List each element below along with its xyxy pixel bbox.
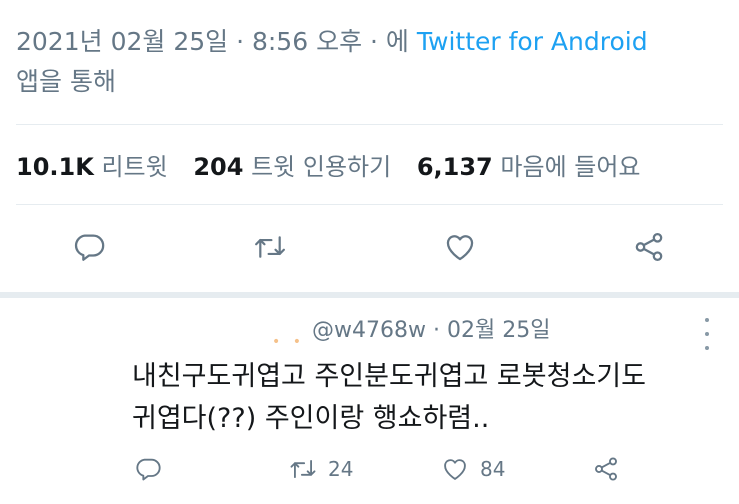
likes-label: 마음에 들어요 [500, 153, 641, 181]
tweet-timestamp: 2021년 02월 25일 · 8:56 오후 · 에 [16, 27, 409, 56]
section-divider [0, 292, 739, 298]
reply-reply-button[interactable] [134, 455, 162, 483]
share-icon [595, 457, 617, 481]
more-vertical-icon[interactable] [697, 318, 717, 350]
reply-text: 내친구도귀엽고 주인분도귀엽고 로봇청소기도 귀엽다(??) 주인이랑 행쇼하렴… [132, 356, 712, 440]
quotes-label: 트윗 인용하기 [251, 153, 392, 181]
retweet-icon [290, 460, 316, 478]
heart-icon [446, 235, 474, 261]
reply-like-count: 84 [480, 457, 506, 481]
like-button[interactable] [442, 230, 478, 264]
reply-retweet-count: 24 [328, 457, 354, 481]
reply-text-line: 내친구도귀엽고 주인분도귀엽고 로봇청소기도 [132, 361, 646, 392]
retweets-count: 10.1K [16, 153, 94, 181]
share-icon [635, 232, 663, 262]
likes-stat[interactable]: 6,137 마음에 들어요 [417, 153, 641, 181]
quotes-stat[interactable]: 204 트윗 인용하기 [193, 153, 391, 181]
avatar-fragment: • • [272, 334, 305, 350]
likes-count: 6,137 [416, 153, 493, 181]
heart-icon [444, 459, 466, 480]
comment-bubble-icon [74, 234, 105, 261]
reply-handle[interactable]: @w4768w [312, 318, 426, 343]
retweets-label: 리트윗 [101, 153, 168, 181]
tweet-via-suffix: 앱을 통해 [16, 67, 116, 96]
dot [705, 332, 709, 336]
divider [16, 124, 723, 125]
tweet-source-link[interactable]: Twitter for Android [417, 27, 648, 56]
dot [705, 318, 709, 322]
comment-bubble-icon [136, 458, 161, 481]
divider [16, 204, 723, 205]
retweet-icon [255, 236, 285, 258]
reply-button[interactable] [72, 230, 106, 264]
quotes-count: 204 [193, 153, 244, 181]
tweet-metadata: 2021년 02월 25일 · 8:56 오후 · 에 Twitter for … [16, 22, 716, 102]
tweet-stats: 10.1K 리트윗 204 트윗 인용하기 6,137 마음에 들어요 [16, 150, 659, 184]
reply-separator: · [432, 318, 440, 343]
share-button[interactable] [632, 230, 666, 264]
reply-text-line: 귀엽다(??) 주인이랑 행쇼하렴.. [132, 403, 490, 434]
reply-header: @w4768w · 02월 25일 [312, 316, 550, 346]
retweets-stat[interactable]: 10.1K 리트윗 [16, 153, 168, 181]
reply-share-button[interactable] [592, 455, 620, 483]
dot [705, 346, 709, 350]
retweet-button[interactable] [252, 230, 288, 264]
reply-retweet-button[interactable]: 24 [288, 455, 353, 483]
reply-like-button[interactable]: 84 [440, 455, 505, 483]
reply-date[interactable]: 02월 25일 [447, 318, 550, 343]
